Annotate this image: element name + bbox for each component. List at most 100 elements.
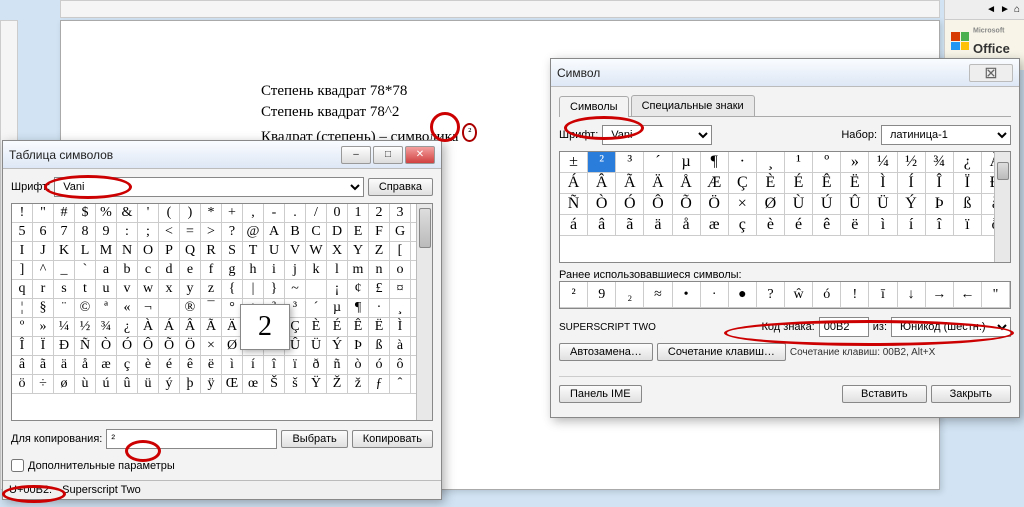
symbol-cell[interactable]: ¿ [954,152,982,173]
charmap-cell[interactable]: ½ [75,318,96,337]
charmap-cell[interactable]: d [159,261,180,280]
symbol-close-x[interactable]: ⊠ [969,64,1013,82]
charmap-cell[interactable]: ¢ [348,280,369,299]
charmap-cell[interactable]: w [138,280,159,299]
symbol-font-select[interactable]: Vani [602,125,712,145]
charmap-cell[interactable]: c [138,261,159,280]
charmap-cell[interactable]: Ý [327,337,348,356]
charmap-cell[interactable]: Î [12,337,33,356]
subset-select[interactable]: латиница-1 [881,125,1011,145]
charmap-cell[interactable]: _ [54,261,75,280]
charmap-cell[interactable]: Ô [138,337,159,356]
charmap-cell[interactable]: Ì [390,318,411,337]
charmap-cell[interactable]: [ [390,242,411,261]
charmap-cell[interactable]: W [306,242,327,261]
symbol-grid[interactable]: ±²³´µ¶·¸¹º»¼½¾¿ÀÁÂÃÄÅÆÇÈÉÊËÌÍÎÏÐÑÒÓÔÕÖ×Ø… [559,151,1011,263]
maximize-button[interactable]: □ [373,146,403,164]
charmap-cell[interactable]: 9 [96,223,117,242]
symbol-cell[interactable]: · [729,152,757,173]
charmap-cell[interactable]: ê [180,356,201,375]
charmap-cell[interactable]: ÷ [33,375,54,394]
charmap-cell[interactable]: º [12,318,33,337]
charmap-cell[interactable]: r [33,280,54,299]
charmap-cell[interactable]: ¯ [201,299,222,318]
charmap-cell[interactable]: L [75,242,96,261]
charmap-cell[interactable]: ä [54,356,75,375]
recent-cell[interactable]: ī [869,282,897,308]
charmap-cell[interactable]: E [348,223,369,242]
charmap-cell[interactable]: ´ [306,299,327,318]
charmap-cell[interactable]: ü [138,375,159,394]
symbol-cell[interactable]: Õ [673,194,701,215]
charmap-cell[interactable]: ¶ [348,299,369,318]
charmap-cell[interactable]: ; [138,223,159,242]
charmap-cell[interactable]: q [12,280,33,299]
charmap-cell[interactable]: 1 [348,204,369,223]
minimize-button[interactable]: – [341,146,371,164]
symbol-cell[interactable]: Ç [729,173,757,194]
charmap-cell[interactable]: Œ [222,375,243,394]
charmap-cell[interactable]: ò [348,356,369,375]
charmap-cell[interactable]: $ [75,204,96,223]
charmap-cell[interactable]: ƒ [369,375,390,394]
charmap-cell[interactable]: ñ [327,356,348,375]
charmap-cell[interactable]: × [201,337,222,356]
symbol-cell[interactable]: Ï [954,173,982,194]
charmap-cell[interactable]: à [390,337,411,356]
charmap-cell[interactable]: U [264,242,285,261]
charmap-cell[interactable]: f [201,261,222,280]
charmap-cell[interactable]: g [222,261,243,280]
charmap-cell[interactable]: ¾ [96,318,117,337]
charmap-cell[interactable]: û [117,375,138,394]
recent-cell[interactable]: 9 [588,282,616,308]
symbol-cell[interactable]: Í [898,173,926,194]
charmap-cell[interactable]: ^ [33,261,54,280]
charmap-cell[interactable]: ô [390,356,411,375]
charmap-cell[interactable]: · [369,299,390,318]
symbol-cell[interactable]: ï [954,215,982,236]
charmap-cell[interactable]: ( [159,204,180,223]
charmap-cell[interactable]: Ð [54,337,75,356]
charmap-cell[interactable]: Š [264,375,285,394]
charmap-cell[interactable]: î [264,356,285,375]
charmap-cell[interactable]: - [264,204,285,223]
charmap-cell[interactable]: ˆ [390,375,411,394]
symbol-cell[interactable]: ê [813,215,841,236]
symbol-cell[interactable]: Ã [616,173,644,194]
charmap-cell[interactable]: è [138,356,159,375]
symbol-cell[interactable]: Ë [841,173,869,194]
charmap-cell[interactable]: C [306,223,327,242]
symbol-cell[interactable]: × [729,194,757,215]
symbol-cell[interactable]: ´ [644,152,672,173]
symbol-cell[interactable]: ß [954,194,982,215]
charmap-cell[interactable]: Â [180,318,201,337]
insert-button[interactable]: Вставить [842,385,927,403]
charmap-cell[interactable]: : [117,223,138,242]
charmap-cell[interactable]: m [348,261,369,280]
charmap-cell[interactable]: Á [159,318,180,337]
charmap-cell[interactable]: â [12,356,33,375]
back-icon[interactable]: ◄ [986,4,996,15]
charmap-cell[interactable]: Ñ [75,337,96,356]
charmap-cell[interactable]: R [201,242,222,261]
charmap-cell[interactable]: I [12,242,33,261]
charmap-cell[interactable]: N [117,242,138,261]
charmap-cell[interactable]: A [264,223,285,242]
charmap-cell[interactable]: b [117,261,138,280]
charmap-cell[interactable]: > [201,223,222,242]
recent-cell[interactable]: ? [757,282,785,308]
charmap-cell[interactable]: ¡ [327,280,348,299]
charmap-cell[interactable]: ï [285,356,306,375]
charmap-cell[interactable]: Y [348,242,369,261]
symbol-cell[interactable]: ¹ [785,152,813,173]
autocorrect-button[interactable]: Автозамена… [559,343,653,361]
recent-cell[interactable]: • [673,282,701,308]
charmap-cell[interactable]: Ÿ [306,375,327,394]
forward-icon[interactable]: ► [1000,4,1010,15]
charmap-cell[interactable]: Ò [96,337,117,356]
charmap-cell[interactable]: * [201,204,222,223]
charmap-cell[interactable]: ì [222,356,243,375]
charmap-cell[interactable]: Þ [348,337,369,356]
charmap-cell[interactable]: » [33,318,54,337]
symbol-cell[interactable]: Â [588,173,616,194]
